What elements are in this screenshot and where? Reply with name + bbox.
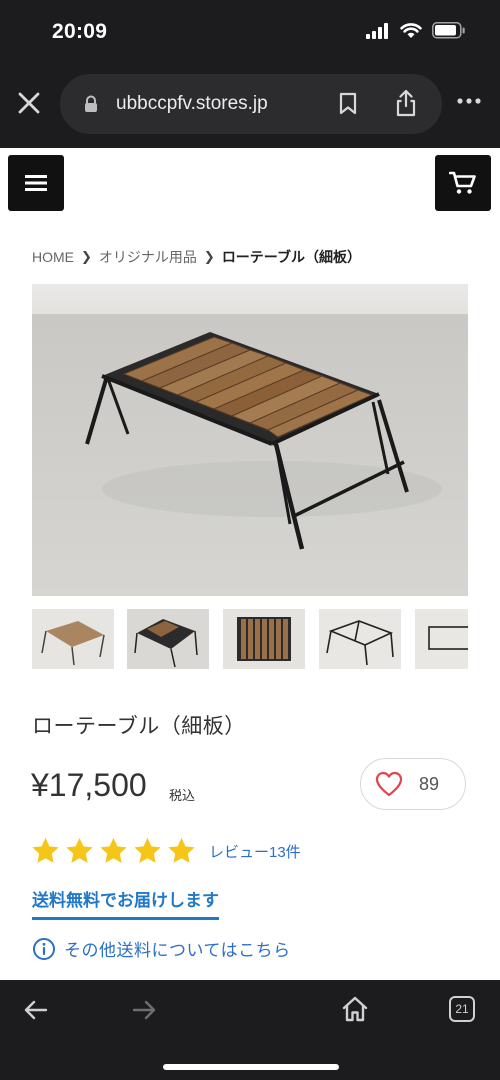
free-shipping-bold: 送料無料 bbox=[32, 891, 100, 910]
thumbnail-strip bbox=[32, 609, 468, 669]
star-icon bbox=[32, 837, 59, 863]
lock-icon bbox=[85, 95, 97, 112]
cart-button[interactable] bbox=[435, 155, 491, 211]
star-icon bbox=[134, 837, 161, 863]
thumbnail-2[interactable] bbox=[127, 609, 209, 669]
share-icon[interactable] bbox=[394, 88, 418, 118]
signal-icon bbox=[366, 22, 388, 39]
breadcrumb-category[interactable]: オリジナル用品 bbox=[99, 247, 197, 267]
other-shipping-link[interactable]: その他送料についてはこちら bbox=[32, 936, 291, 961]
thumbnail-5[interactable] bbox=[415, 609, 468, 669]
wifi-icon bbox=[400, 22, 422, 38]
url-bar[interactable]: ubbccpfv.stores.jp bbox=[60, 74, 442, 134]
like-button[interactable]: 89 bbox=[360, 758, 466, 810]
back-arrow-icon[interactable] bbox=[22, 998, 50, 1022]
heart-icon bbox=[375, 771, 403, 797]
product-main-image[interactable] bbox=[32, 284, 468, 596]
more-icon[interactable] bbox=[456, 96, 482, 106]
product-title: ローテーブル（細板） bbox=[32, 715, 246, 738]
free-shipping-rest: でお届けします bbox=[100, 891, 219, 910]
star-icon bbox=[100, 837, 127, 863]
home-icon[interactable] bbox=[340, 994, 370, 1024]
url-text: ubbccpfv.stores.jp bbox=[116, 93, 268, 114]
thumbnail-3[interactable] bbox=[223, 609, 305, 669]
rating-stars bbox=[30, 836, 197, 866]
browser-bottom-bar: 21 bbox=[0, 980, 500, 1080]
forward-arrow-icon[interactable] bbox=[130, 998, 158, 1022]
star-icon bbox=[168, 837, 195, 863]
thumbnail-1[interactable] bbox=[32, 609, 114, 669]
tab-count-button[interactable]: 21 bbox=[449, 996, 475, 1022]
bookmark-icon[interactable] bbox=[338, 92, 358, 116]
browser-top-bar: 20:09 ubbccpfv.stores.jp bbox=[0, 0, 500, 148]
breadcrumb-current: ローテーブル（細板） bbox=[221, 249, 361, 265]
chevron-right-icon: ❯ bbox=[81, 249, 92, 264]
status-icons bbox=[366, 22, 466, 39]
table-photo bbox=[32, 284, 468, 596]
product-price: ¥17,500 bbox=[31, 767, 147, 803]
breadcrumb-home[interactable]: HOME bbox=[32, 249, 74, 265]
other-shipping-text: その他送料についてはこちら bbox=[64, 941, 291, 960]
status-time: 20:09 bbox=[52, 20, 108, 43]
chevron-right-icon: ❯ bbox=[203, 249, 215, 264]
info-icon bbox=[33, 937, 55, 960]
battery-icon bbox=[432, 22, 465, 39]
cart-icon bbox=[449, 171, 476, 194]
star-icon bbox=[66, 837, 93, 863]
free-shipping-label: 送料無料でお届けします bbox=[32, 886, 219, 920]
review-link[interactable]: レビュー13件 bbox=[209, 841, 301, 862]
close-icon[interactable] bbox=[14, 88, 44, 118]
thumbnail-4[interactable] bbox=[319, 609, 401, 669]
hamburger-icon bbox=[25, 175, 47, 191]
like-count: 89 bbox=[419, 773, 440, 794]
home-indicator bbox=[163, 1064, 339, 1070]
tax-label: 税込 bbox=[169, 788, 196, 803]
breadcrumb: HOME ❯ オリジナル用品 ❯ ローテーブル（細板） bbox=[32, 247, 361, 267]
menu-button[interactable] bbox=[8, 155, 64, 211]
